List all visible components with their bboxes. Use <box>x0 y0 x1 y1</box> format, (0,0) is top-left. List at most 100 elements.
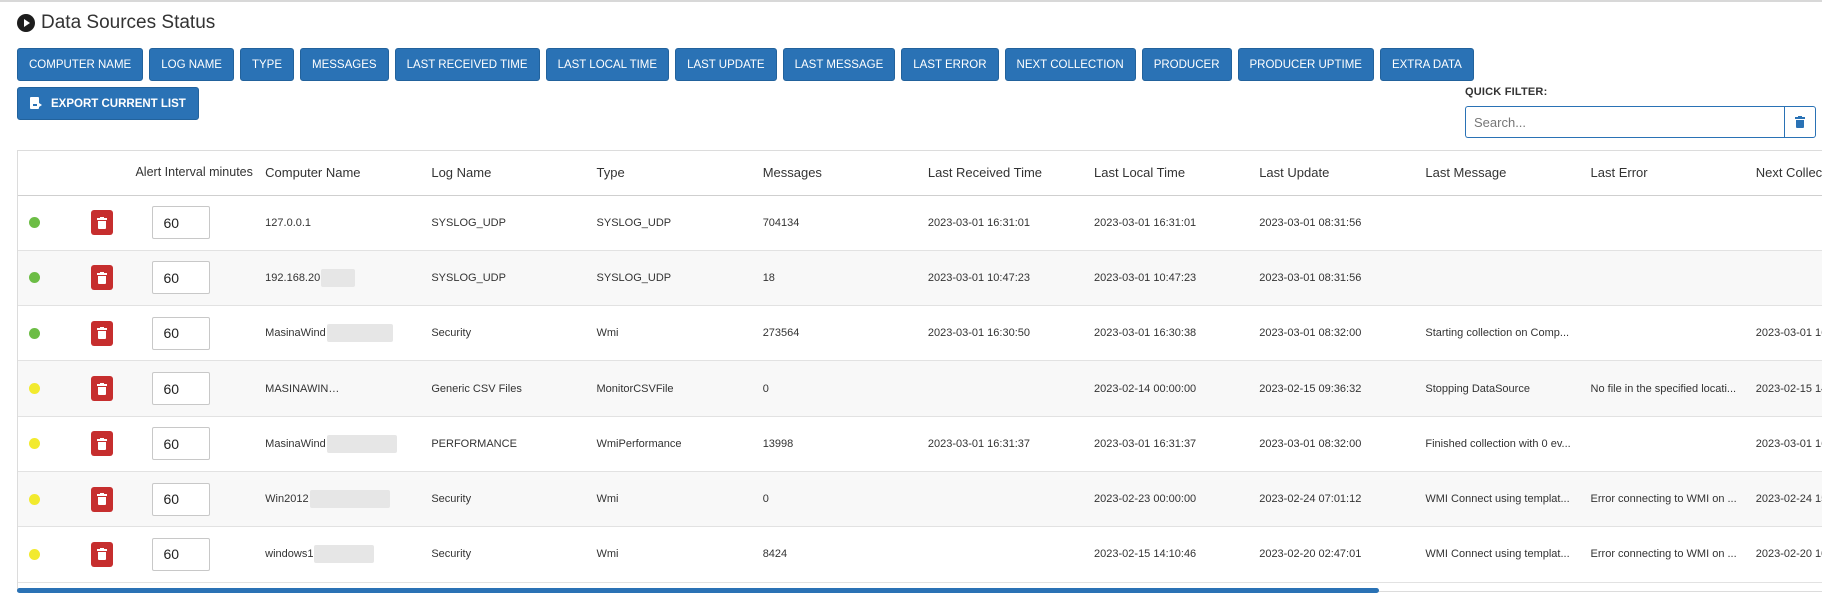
status-indicator-green <box>29 272 40 284</box>
alert-interval-input[interactable] <box>152 261 211 295</box>
table-row[interactable]: windows1 SecurityWmi8424 2023-02-15 14:10:… <box>18 526 1822 583</box>
computer-name: 192.168.20 <box>265 271 321 284</box>
alert-interval-input[interactable] <box>152 206 211 240</box>
computer-name: MasinaWind <box>265 437 326 450</box>
type-cell: Wmi <box>592 305 759 362</box>
table-row[interactable]: MasinaWind PERFORMANCEWmiPerformance13998… <box>18 416 1822 472</box>
last-local-time-cell: 2023-02-15 14:10:46 <box>1090 526 1256 583</box>
computer-name-cell: MasinaWind <box>261 305 428 362</box>
next-collection-cell: 2023-03-01 16 <box>1751 305 1822 362</box>
alert-interval-cell <box>131 195 262 251</box>
last-message-cell <box>1421 195 1587 251</box>
redacted-area <box>326 324 393 343</box>
column-button-last-received-time[interactable]: LAST RECEIVED TIME <box>394 48 540 81</box>
computer-name-cell: 192.168.20 <box>261 250 428 307</box>
delete-cell <box>80 250 132 307</box>
alert-interval-input[interactable] <box>152 372 211 406</box>
delete-cell <box>80 471 132 528</box>
column-button-last-message[interactable]: LAST MESSAGE <box>782 48 896 81</box>
column-button-last-error[interactable]: LAST ERROR <box>901 48 999 81</box>
last-update-cell: 2023-03-01 08:32:00 <box>1255 305 1422 362</box>
top-border <box>0 0 1822 2</box>
log-name-cell: Security <box>427 526 593 583</box>
alert-interval-input[interactable] <box>152 427 211 461</box>
type-cell: MonitorCSVFile <box>592 360 759 417</box>
column-button-log-name[interactable]: LOG NAME <box>149 48 234 81</box>
last-local-time-cell: 2023-03-01 16:31:01 <box>1090 195 1256 251</box>
clear-filter-button[interactable] <box>1784 106 1816 138</box>
header-last-update[interactable]: Last Update <box>1255 151 1422 196</box>
delete-row-button[interactable] <box>90 210 113 236</box>
delete-row-button[interactable] <box>90 376 113 402</box>
header-last-local-time[interactable]: Last Local Time <box>1090 151 1256 196</box>
delete-row-button[interactable] <box>90 431 113 457</box>
delete-row-button[interactable] <box>90 265 113 291</box>
column-button-producer[interactable]: PRODUCER <box>1141 48 1232 81</box>
search-input[interactable] <box>1465 106 1784 138</box>
delete-row-button[interactable] <box>90 320 113 346</box>
header-computer-name[interactable]: Computer Name <box>261 151 428 196</box>
log-name-cell: SYSLOG_UDP <box>427 250 593 307</box>
trash-icon <box>96 382 107 395</box>
next-collection-cell <box>1751 250 1822 307</box>
messages-cell: 13998 <box>758 416 924 472</box>
last-error-cell: Error connecting to WMI on ... <box>1586 471 1752 528</box>
delete-cell <box>80 305 132 362</box>
column-button-computer-name[interactable]: COMPUTER NAME <box>17 48 144 81</box>
alert-interval-input[interactable] <box>152 316 211 350</box>
last-message-cell: WMI Connect using templat... <box>1421 471 1587 528</box>
column-button-messages[interactable]: MESSAGES <box>300 48 389 81</box>
trash-icon <box>96 216 107 229</box>
header-log-name[interactable]: Log Name <box>427 151 593 196</box>
computer-name-cell: 127.0.0.1 <box>261 195 428 251</box>
header-messages[interactable]: Messages <box>758 151 924 196</box>
column-button-next-collection[interactable]: NEXT COLLECTION <box>1004 48 1136 81</box>
trash-icon <box>96 327 107 340</box>
alert-interval-input[interactable] <box>152 537 211 571</box>
header-alert-interval[interactable]: Alert Interval minutes <box>131 151 262 196</box>
next-collection-cell: 2023-03-01 16 <box>1751 416 1822 472</box>
alert-interval-input[interactable] <box>152 482 211 516</box>
delete-cell <box>80 360 132 417</box>
header-last-received-time[interactable]: Last Received Time <box>923 151 1091 196</box>
table-row[interactable]: 127.0.0.1SYSLOG_UDPSYSLOG_UDP7041342023-… <box>18 195 1822 251</box>
computer-name: MASINAWIN <box>265 382 329 395</box>
header-last-error[interactable]: Last Error <box>1586 151 1752 196</box>
column-button-type[interactable]: TYPE <box>239 48 294 81</box>
redacted-area <box>326 434 397 453</box>
header-type[interactable]: Type <box>592 151 759 196</box>
delete-row-button[interactable] <box>90 486 113 512</box>
delete-row-button[interactable] <box>90 541 113 567</box>
header-last-message[interactable]: Last Message <box>1421 151 1587 196</box>
last-local-time-cell: 2023-02-14 00:00:00 <box>1090 360 1256 417</box>
delete-cell <box>80 526 132 583</box>
trash-icon <box>96 437 107 450</box>
column-button-last-update[interactable]: LAST UPDATE <box>675 48 777 81</box>
redacted-area <box>329 379 428 398</box>
status-indicator-green <box>29 327 40 339</box>
delete-cell <box>80 195 132 251</box>
computer-name: MasinaWind <box>265 327 326 340</box>
horizontal-scrollbar[interactable] <box>17 588 1379 593</box>
table-row[interactable]: 192.168.20SYSLOG_UDPSYSLOG_UDP182023-03-… <box>18 250 1822 307</box>
last-error-cell <box>1586 416 1752 472</box>
column-button-last-local-time[interactable]: LAST LOCAL TIME <box>545 48 670 81</box>
header-next-collection[interactable]: Next Collecti <box>1751 151 1822 196</box>
alert-interval-cell <box>131 471 262 528</box>
last-local-time-cell: 2023-03-01 16:31:37 <box>1090 416 1256 472</box>
status-cell <box>18 305 81 362</box>
status-cell <box>18 471 81 528</box>
table-row[interactable]: MasinaWindSecurityWmi2735642023-03-01 16… <box>18 305 1822 362</box>
table-row[interactable]: MASINAWIN Generic CSV FilesMonitorCSVFile… <box>18 360 1822 417</box>
alert-interval-cell <box>131 416 262 472</box>
column-button-producer-uptime[interactable]: PRODUCER UPTIME <box>1237 48 1374 81</box>
messages-cell: 0 <box>758 360 924 417</box>
computer-name: windows1 <box>265 548 314 561</box>
messages-cell: 273564 <box>758 305 924 362</box>
column-button-extra-data[interactable]: EXTRA DATA <box>1379 48 1474 81</box>
table-row[interactable]: Win2012SecurityWmi02023-02-23 00:00:0020… <box>18 471 1822 528</box>
computer-name-cell: MasinaWind <box>261 416 428 472</box>
type-cell: SYSLOG_UDP <box>592 250 759 307</box>
export-current-list-button[interactable]: EXPORT CURRENT LIST <box>17 87 199 120</box>
alert-interval-cell <box>131 250 262 307</box>
